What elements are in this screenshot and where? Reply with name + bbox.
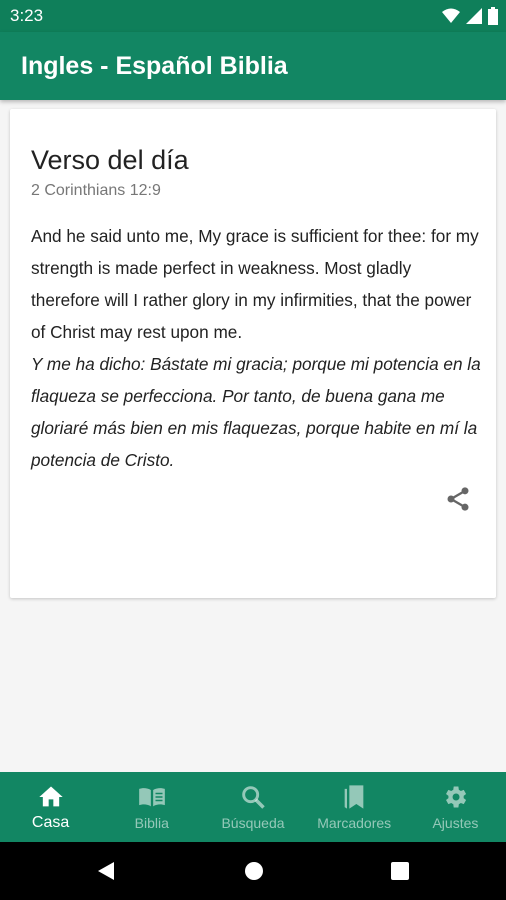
bottom-navigation: Casa Biblia Búsqueda Marcadores Ajustes [0, 772, 506, 842]
verse-text-spanish: Y me ha dicho: Bástate mi gracia; porque… [31, 354, 481, 470]
nav-item-busqueda[interactable]: Búsqueda [202, 772, 303, 842]
nav-label-ajustes: Ajustes [432, 815, 479, 831]
share-button[interactable] [444, 485, 472, 513]
card-title: Verso del día [31, 145, 189, 175]
verse-reference: 2 Corinthians 12:9 [31, 182, 161, 199]
nav-label-casa: Casa [31, 814, 70, 831]
verse-text: And he said unto me, My grace is suffici… [31, 220, 481, 476]
book-icon [138, 788, 165, 807]
verse-text-english: And he said unto me, My grace is suffici… [31, 226, 479, 342]
nav-label-marcadores: Marcadores [317, 815, 392, 831]
back-icon[interactable] [96, 861, 116, 881]
system-navigation-bar [0, 842, 506, 900]
nav-label-biblia: Biblia [134, 815, 169, 831]
home-circle-icon[interactable] [244, 861, 264, 881]
wifi-icon [442, 8, 460, 23]
status-time: 3:23 [10, 6, 44, 25]
nav-item-casa[interactable]: Casa [0, 772, 101, 842]
status-icons [442, 6, 498, 26]
share-icon [447, 487, 469, 511]
bookmarks-icon [344, 785, 364, 809]
nav-item-biblia[interactable]: Biblia [101, 772, 202, 842]
status-bar: 3:23 [0, 0, 506, 32]
nav-item-marcadores[interactable]: Marcadores [304, 772, 405, 842]
search-icon [242, 786, 265, 809]
nav-item-ajustes[interactable]: Ajustes [405, 772, 506, 842]
recents-icon[interactable] [391, 861, 409, 881]
gear-icon [446, 786, 467, 808]
verse-of-the-day-card: Verso del día 2 Corinthians 12:9 And he … [10, 109, 496, 598]
signal-icon [466, 8, 482, 24]
battery-icon [488, 7, 498, 25]
app-bar: Ingles - Español Biblia [0, 32, 506, 100]
app-title: Ingles - Español Biblia [21, 52, 288, 80]
home-icon [38, 786, 63, 807]
nav-label-busqueda: Búsqueda [221, 815, 285, 831]
